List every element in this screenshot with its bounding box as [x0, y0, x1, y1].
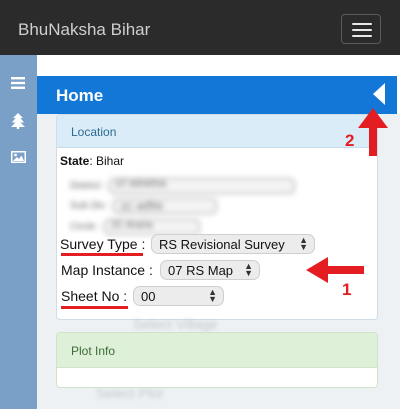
select-chevron-icon: ▲ ▼ [244, 261, 253, 278]
survey-type-value: RS Revisional Survey [159, 237, 285, 252]
sheet-no-value: 00 [141, 289, 156, 304]
select-chevron-icon: ▲ ▼ [208, 287, 217, 304]
state-label: State [60, 154, 90, 168]
district-select[interactable]: 07 ARARIA [108, 178, 295, 194]
map-instance-select[interactable]: 07 RS Map ▲ ▼ [160, 260, 260, 280]
page-title: Home [56, 86, 104, 105]
subdiv-row: Sub Div : 2C अररिया [70, 198, 218, 214]
image-icon[interactable] [11, 151, 26, 163]
survey-type-underline [61, 253, 143, 256]
map-instance-label: Map Instance : [61, 262, 153, 278]
sheet-no-underline [61, 306, 128, 309]
annotation-arrow-1 [306, 257, 364, 283]
survey-type-select[interactable]: RS Revisional Survey ▲ ▼ [151, 234, 315, 254]
circle-label: Circle : [70, 221, 102, 233]
select-chevron-icon: ▲ ▼ [299, 235, 308, 252]
caret-left-icon[interactable] [373, 83, 385, 105]
hamburger-icon [352, 29, 372, 31]
location-panel-heading[interactable]: Location [57, 115, 377, 148]
state-row: State: Bihar [60, 154, 124, 168]
sheet-no-label: Sheet No : [61, 288, 128, 304]
menu-icon[interactable] [11, 77, 25, 89]
subdiv-label: Sub Div : [70, 200, 111, 212]
circle-row: Circle : 2C Araria [70, 219, 200, 235]
plot-info-title: Plot Info [71, 344, 116, 358]
annotation-number-1: 1 [342, 280, 352, 299]
plot-info-panel: Plot Info [56, 332, 378, 388]
annotation-arrow-2 [358, 108, 388, 156]
app-brand[interactable]: BhuNaksha Bihar [18, 20, 150, 40]
state-value: : Bihar [89, 154, 125, 168]
sheet-no-select[interactable]: 00 ▲ ▼ [133, 286, 224, 306]
district-row: District : 07 ARARIA [70, 178, 295, 194]
survey-type-label: Survey Type : [60, 236, 146, 252]
top-navbar: BhuNaksha Bihar [0, 0, 400, 55]
location-panel-title: Location [71, 125, 117, 139]
subdiv-select[interactable]: 2C अररिया [113, 198, 218, 214]
faint-select-village: Select Village [133, 316, 218, 332]
tree-icon[interactable] [11, 113, 25, 129]
hamburger-icon [352, 23, 372, 25]
navbar-toggle-button[interactable] [341, 14, 381, 44]
district-label: District : [70, 180, 107, 192]
annotation-number-2: 2 [345, 131, 355, 150]
hamburger-icon [352, 35, 372, 37]
left-sidebar [0, 55, 37, 409]
map-instance-value: 07 RS Map [168, 263, 234, 278]
plot-info-heading[interactable]: Plot Info [57, 333, 377, 368]
circle-select[interactable]: 2C Araria [103, 219, 200, 235]
page-header: Home [37, 76, 397, 114]
